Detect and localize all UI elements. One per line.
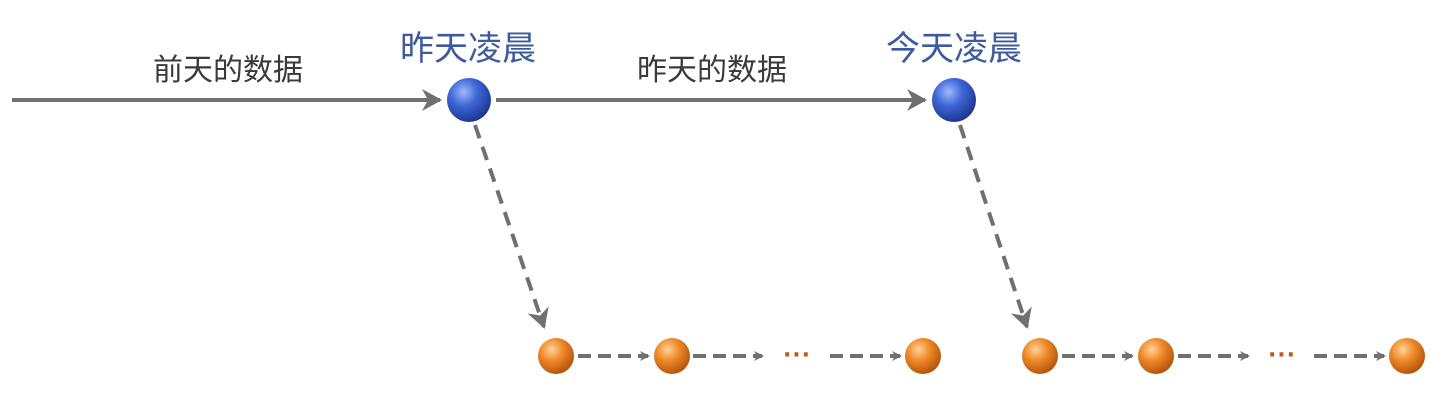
drop-arrow-1 (473, 124, 549, 329)
orange-node-2b (1138, 338, 1174, 374)
ellipsis-2: ··· (1268, 343, 1296, 368)
label-yesterday-data: 昨天的数据 (637, 53, 787, 88)
timeline-diagram: 前天的数据 昨天凌晨 昨天的数据 今天凌晨 ··· ··· (12, 29, 1425, 374)
blue-node-today-dawn (932, 78, 976, 122)
drop-arrow-2 (958, 124, 1032, 329)
orange-node-2a (1022, 338, 1058, 374)
orange-node-1a (538, 338, 574, 374)
label-day-before-data: 前天的数据 (153, 53, 303, 88)
label-yesterday-dawn: 昨天凌晨 (400, 29, 536, 69)
ellipsis-1: ··· (783, 343, 811, 368)
label-today-dawn: 今天凌晨 (886, 29, 1022, 69)
orange-node-1b (654, 338, 690, 374)
orange-node-1c (905, 338, 941, 374)
blue-node-yesterday-dawn (447, 78, 491, 122)
orange-node-2c (1389, 338, 1425, 374)
